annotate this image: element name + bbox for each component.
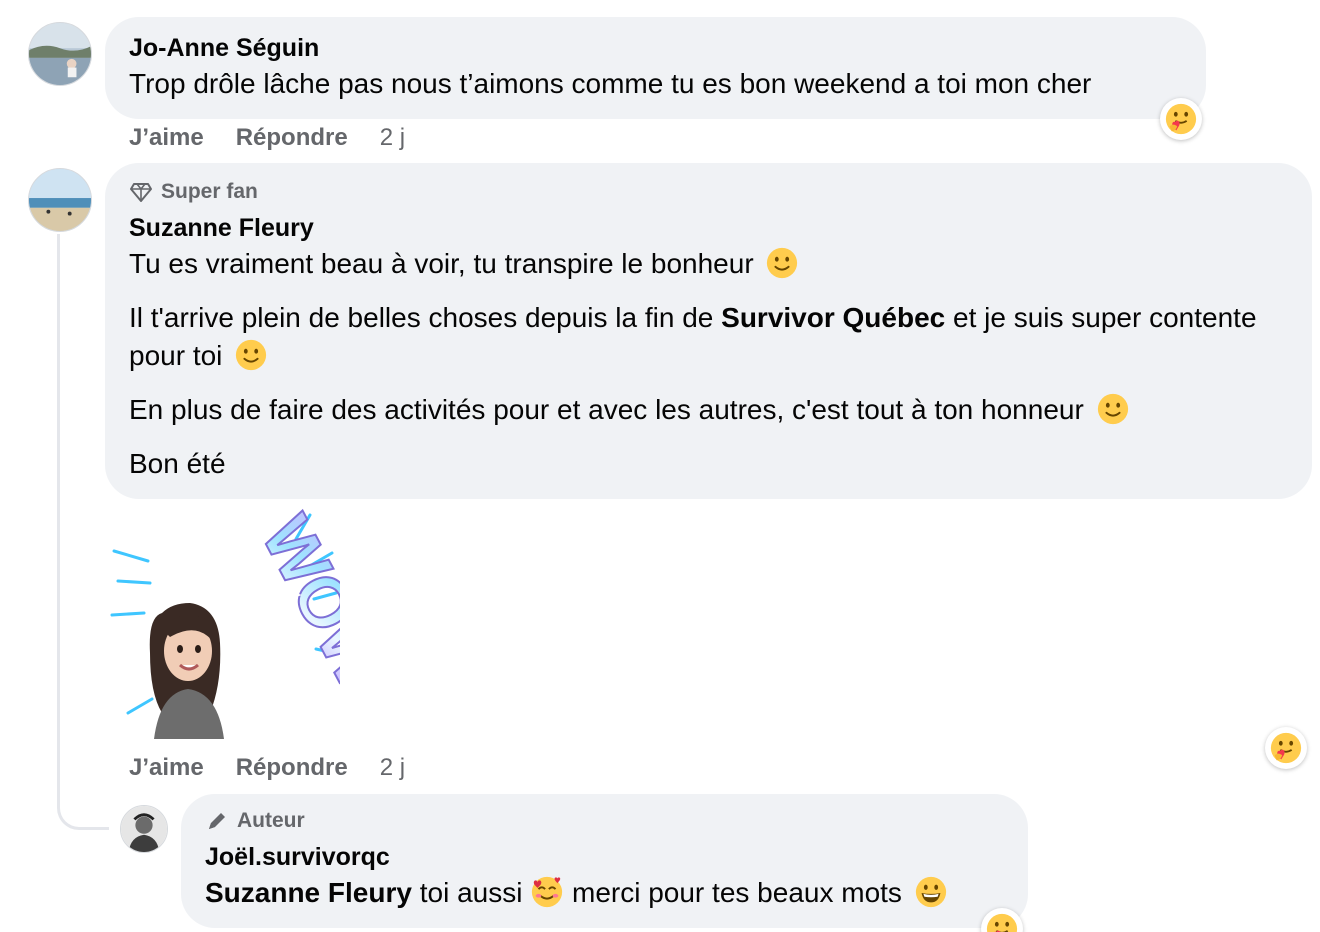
- comment-author[interactable]: Suzanne Fleury: [129, 213, 1288, 243]
- reaction-badge-care[interactable]: [1160, 98, 1202, 140]
- sticker-wow-text: WOW: [247, 503, 340, 701]
- reply-button[interactable]: Répondre: [236, 754, 348, 782]
- reaction-badge-care[interactable]: [1265, 727, 1307, 769]
- comment-paragraph-4: Bon été: [129, 448, 226, 479]
- reply-button[interactable]: Répondre: [236, 124, 348, 152]
- reply-text: Suzanne Fleury toi aussi merci pour tes …: [205, 874, 1004, 912]
- reply-bubble-joel: Auteur Joël.survivorqc Suzanne Fleury to…: [181, 794, 1028, 928]
- care-hug-emoji-icon: [1270, 732, 1302, 764]
- like-button[interactable]: J’aime: [129, 754, 204, 782]
- bold-mention: Survivor Québec: [721, 302, 946, 333]
- smiling-face-with-hearts-emoji-icon: [532, 876, 563, 908]
- wow-avatar-sticker[interactable]: WOW: [110, 502, 402, 739]
- comment-text: Trop drôle lâche pas nous t’aimons comme…: [129, 68, 1092, 99]
- avatar-joel[interactable]: [120, 805, 168, 853]
- badge-label: Auteur: [237, 809, 305, 832]
- comment-author[interactable]: Jo-Anne Séguin: [129, 33, 1182, 63]
- care-hug-emoji-icon: [986, 913, 1018, 932]
- comment-paragraph-2: Il t'arrive plein de belles choses depui…: [129, 302, 1257, 371]
- reaction-badge-care[interactable]: [981, 908, 1023, 932]
- comment-timestamp[interactable]: 2 j: [380, 754, 405, 782]
- avatar-jo-anne[interactable]: [28, 22, 92, 86]
- grinning-face-emoji-icon: [915, 876, 946, 908]
- comment-timestamp[interactable]: 2 j: [380, 124, 405, 152]
- comment-paragraph-1: Tu es vraiment beau à voir, tu transpire…: [129, 245, 1288, 283]
- care-hug-emoji-icon: [1165, 103, 1197, 135]
- avatar-suzanne[interactable]: [28, 168, 92, 232]
- author-badge[interactable]: Auteur: [205, 808, 1004, 834]
- mention-link[interactable]: Suzanne Fleury: [205, 877, 412, 908]
- like-button[interactable]: J’aime: [129, 124, 204, 152]
- comments-section: Jo-Anne Séguin Trop drôle lâche pas nous…: [0, 0, 1320, 932]
- comment-actions-1: J’aime Répondre 2 j: [129, 124, 405, 152]
- thread-connector: [57, 234, 109, 830]
- comment-author[interactable]: Joël.survivorqc: [205, 842, 1004, 872]
- diamond-icon: [130, 183, 152, 202]
- slightly-smiling-emoji-icon: [1097, 393, 1128, 425]
- comment-paragraph-3: En plus de faire des activités pour et a…: [129, 391, 1288, 429]
- slightly-smiling-emoji-icon: [236, 339, 267, 371]
- slightly-smiling-emoji-icon: [767, 247, 798, 279]
- badge-label: Super fan: [161, 180, 258, 203]
- comment-bubble-suzanne: Super fan Suzanne Fleury Tu es vraiment …: [105, 163, 1312, 499]
- pencil-icon: [209, 813, 225, 829]
- comment-actions-2: J’aime Répondre 2 j: [129, 754, 405, 782]
- super-fan-badge[interactable]: Super fan: [129, 179, 1288, 205]
- comment-bubble-jo-anne: Jo-Anne Séguin Trop drôle lâche pas nous…: [105, 17, 1206, 119]
